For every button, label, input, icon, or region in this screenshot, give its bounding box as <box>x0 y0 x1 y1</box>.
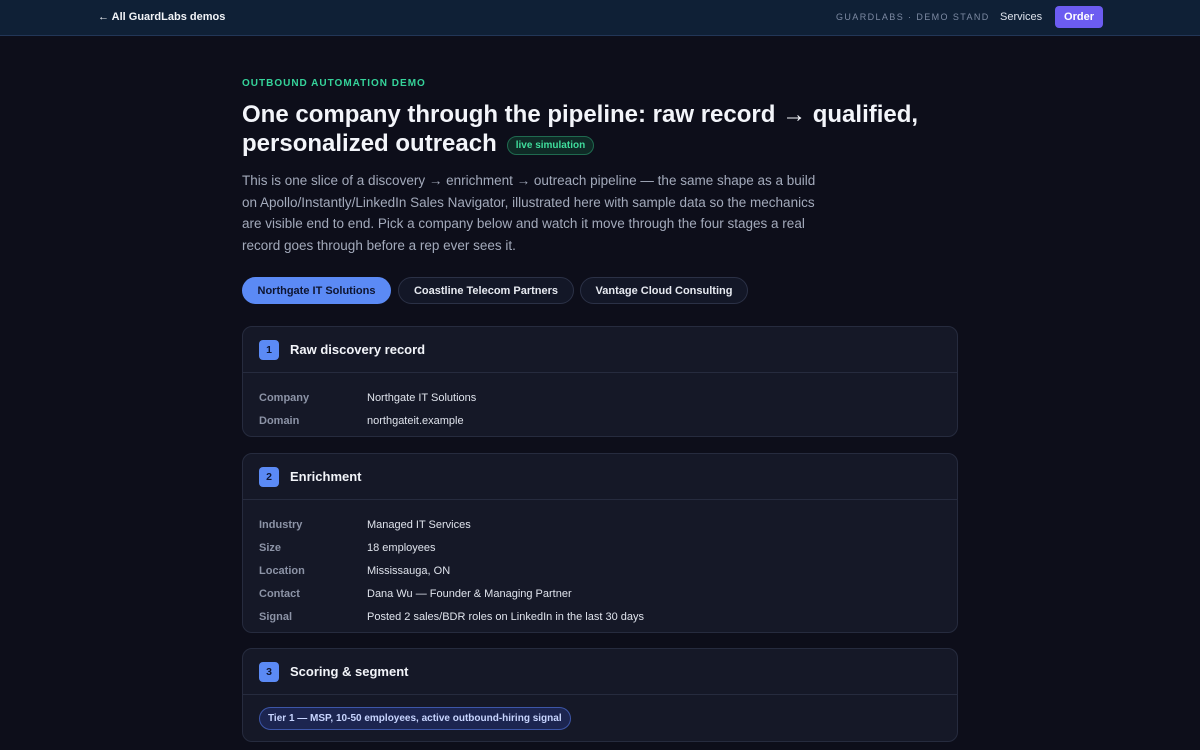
field-value: northgateit.example <box>367 414 464 427</box>
stage-card-header: 3 Scoring & segment <box>243 649 957 695</box>
segment-tier-chip: Tier 1 — MSP, 10-50 employees, active ou… <box>259 707 571 730</box>
section-eyebrow: OUTBOUND AUTOMATION DEMO <box>242 78 426 89</box>
intro-paragraph: This is one slice of a discovery → enric… <box>242 173 816 253</box>
stage-card-scoring: 3 Scoring & segment Tier 1 — MSP, 10-50 … <box>242 648 958 742</box>
stage-title: Scoring & segment <box>290 664 409 679</box>
field-row: Contact Dana Wu — Founder & Managing Par… <box>259 583 957 606</box>
field-value: Mississauga, ON <box>367 564 451 577</box>
field-value: Posted 2 sales/BDR roles on LinkedIn in … <box>367 611 644 624</box>
brand-tag: GUARDLABS · DEMO STAND <box>836 12 990 22</box>
field-list: Company Northgate IT Solutions Domain no… <box>243 373 957 432</box>
stage-card-header: 1 Raw discovery record <box>243 327 957 373</box>
step-number-badge: 2 <box>259 466 279 487</box>
stage-card-raw-discovery: 1 Raw discovery record Company Northgate… <box>242 326 958 437</box>
step-number-badge: 3 <box>259 661 279 682</box>
field-label: Location <box>259 564 305 577</box>
field-label: Industry <box>259 518 303 531</box>
field-label: Contact <box>259 588 300 601</box>
stage-card-header: 2 Enrichment <box>243 454 957 500</box>
field-value: Managed IT Services <box>367 518 471 531</box>
field-value: Northgate IT Solutions <box>367 391 477 404</box>
field-value: 18 employees <box>367 541 436 554</box>
field-label: Signal <box>259 611 293 624</box>
field-label: Size <box>259 541 282 554</box>
field-row: Domain northgateit.example <box>259 409 957 432</box>
field-value: Dana Wu — Founder & Managing Partner <box>367 588 572 601</box>
field-label: Company <box>259 391 310 404</box>
stage-card-enrichment: 2 Enrichment Industry Managed IT Service… <box>242 453 958 633</box>
field-row: Signal Posted 2 sales/BDR roles on Linke… <box>259 606 957 629</box>
field-row: Location Mississauga, ON <box>259 559 957 582</box>
field-row: Industry Managed IT Services <box>259 513 957 536</box>
field-list: Industry Managed IT Services Size 18 emp… <box>243 500 957 629</box>
field-row: Company Northgate IT Solutions <box>259 386 957 409</box>
field-row: Size 18 employees <box>259 536 957 559</box>
company-pill-vantage[interactable]: Vantage Cloud Consulting <box>580 277 748 304</box>
page-title: One company through the pipeline: raw re… <box>242 100 942 158</box>
stage-title: Enrichment <box>290 469 362 484</box>
field-label: Domain <box>259 414 300 427</box>
live-simulation-badge: live simulation <box>506 136 595 155</box>
top-nav-bar: ← All GuardLabs demos GUARDLABS · DEMO S… <box>0 0 1200 36</box>
stage-title: Raw discovery record <box>290 342 426 357</box>
services-link[interactable]: Services <box>1000 11 1042 23</box>
company-pill-coastline[interactable]: Coastline Telecom Partners <box>398 277 574 304</box>
step-number-badge: 1 <box>259 339 279 360</box>
order-button[interactable]: Order <box>1055 6 1103 28</box>
back-to-demos-link[interactable]: ← All GuardLabs demos <box>98 11 225 23</box>
company-pill-northgate[interactable]: Northgate IT Solutions <box>242 277 391 304</box>
